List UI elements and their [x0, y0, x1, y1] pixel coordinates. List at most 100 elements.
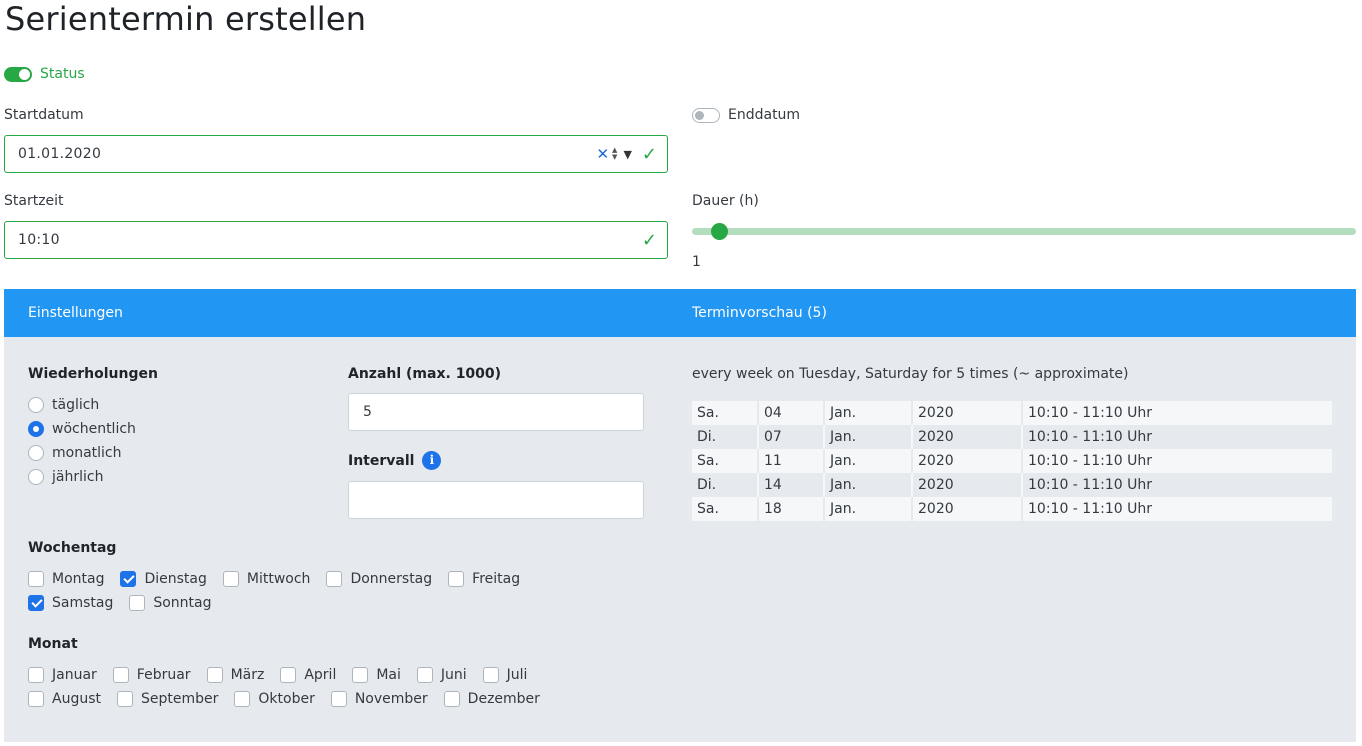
checkbox[interactable]	[234, 691, 251, 707]
dropdown-icon[interactable]: ▼	[623, 148, 631, 161]
cell-day: 11	[758, 449, 825, 473]
radio-label: monatlich	[52, 445, 122, 461]
month-october[interactable]: Oktober	[234, 691, 315, 707]
checkbox[interactable]	[443, 691, 460, 707]
end-date-toggle[interactable]: Enddatum	[692, 107, 800, 123]
table-row: Sa. 11 Jan. 2020 10:10 - 11:10 Uhr	[692, 449, 1332, 473]
checkbox[interactable]	[448, 571, 465, 587]
checkbox[interactable]	[416, 667, 433, 683]
table-row: Di. 14 Jan. 2020 10:10 - 11:10 Uhr	[692, 473, 1332, 497]
weekday-saturday[interactable]: Samstag	[28, 595, 113, 611]
checkbox[interactable]	[28, 595, 44, 611]
checkbox-label: Sonntag	[153, 595, 212, 611]
checkbox[interactable]	[117, 691, 133, 707]
month-july[interactable]: Juli	[482, 667, 527, 683]
weekday-wednesday[interactable]: Mittwoch	[222, 571, 310, 587]
repeat-title: Wiederholungen	[28, 366, 158, 382]
month-april[interactable]: April	[280, 667, 336, 683]
checkbox[interactable]	[482, 667, 499, 683]
weekday-thursday[interactable]: Donnerstag	[326, 571, 432, 587]
month-august[interactable]: August	[28, 691, 101, 707]
month-february[interactable]: Februar	[112, 667, 191, 683]
checkbox-label: Donnerstag	[350, 571, 433, 587]
cell-time: 10:10 - 11:10 Uhr	[1022, 449, 1332, 473]
checkbox[interactable]	[120, 571, 137, 587]
cell-year: 2020	[912, 473, 1023, 497]
month-march[interactable]: März	[206, 667, 264, 683]
status-switch[interactable]	[4, 66, 32, 82]
info-icon[interactable]: i	[422, 451, 442, 470]
checkbox-label: Oktober	[258, 691, 315, 707]
status-toggle[interactable]: Status	[4, 66, 85, 82]
radio-button[interactable]	[28, 445, 44, 461]
checkbox[interactable]	[28, 667, 44, 683]
cell-weekday: Sa.	[692, 401, 759, 425]
checkbox[interactable]	[129, 595, 146, 611]
count-input[interactable]: 5	[348, 393, 644, 431]
radio-weekly[interactable]: wöchentlich	[28, 421, 136, 437]
radio-button[interactable]	[28, 397, 44, 413]
checkbox-label: Dezember	[467, 691, 540, 707]
table-row: Di. 07 Jan. 2020 10:10 - 11:10 Uhr	[692, 425, 1332, 449]
duration-slider-track[interactable]	[692, 228, 1356, 235]
month-january[interactable]: Januar	[28, 667, 97, 683]
start-time-field[interactable]: 10:10 ✓	[4, 221, 668, 259]
weekday-friday[interactable]: Freitag	[448, 571, 520, 587]
checkbox[interactable]	[28, 691, 44, 707]
month-row-2: August September Oktober November Dezemb…	[28, 691, 556, 707]
checkbox[interactable]	[112, 667, 129, 683]
duration-slider-thumb[interactable]	[711, 223, 728, 240]
interval-input[interactable]	[348, 481, 644, 519]
start-date-field[interactable]: 01.01.2020 ✕ ▲ ▼ ▼ ✓	[4, 135, 668, 173]
checkbox-label: August	[52, 691, 101, 707]
clear-icon[interactable]: ✕	[596, 145, 609, 163]
cell-weekday: Di.	[692, 425, 759, 449]
preview-title: Terminvorschau (5)	[692, 305, 827, 321]
spinner-icon[interactable]: ▲ ▼	[612, 147, 617, 161]
radio-button[interactable]	[28, 469, 44, 485]
table-row: Sa. 18 Jan. 2020 10:10 - 11:10 Uhr	[692, 497, 1332, 521]
checkbox-label: November	[354, 691, 428, 707]
preview-summary: every week on Tuesday, Saturday for 5 ti…	[692, 366, 1129, 382]
checkbox-label: Juni	[440, 667, 467, 683]
radio-button[interactable]	[28, 421, 44, 437]
radio-yearly[interactable]: jährlich	[28, 469, 103, 485]
weekday-tuesday[interactable]: Dienstag	[120, 571, 207, 587]
month-november[interactable]: November	[330, 691, 428, 707]
cell-time: 10:10 - 11:10 Uhr	[1022, 401, 1332, 425]
duration-value: 1	[692, 254, 701, 270]
count-label: Anzahl (max. 1000)	[348, 366, 502, 382]
end-date-switch[interactable]	[692, 107, 720, 123]
cell-year: 2020	[912, 449, 1023, 473]
settings-title: Einstellungen	[28, 305, 123, 321]
month-september[interactable]: September	[117, 691, 218, 707]
checkbox[interactable]	[222, 571, 239, 587]
interval-label: Intervall	[348, 452, 415, 469]
checkbox[interactable]	[352, 667, 369, 683]
month-may[interactable]: Mai	[352, 667, 401, 683]
cell-day: 04	[758, 401, 825, 425]
radio-daily[interactable]: täglich	[28, 397, 99, 413]
checkbox[interactable]	[206, 667, 223, 683]
panel-header: Einstellungen Terminvorschau (5)	[4, 289, 1356, 337]
cell-year: 2020	[912, 497, 1023, 521]
status-label: Status	[40, 66, 85, 82]
end-date-label: Enddatum	[728, 107, 801, 123]
cell-weekday: Sa.	[692, 497, 759, 521]
month-june[interactable]: Juni	[416, 667, 467, 683]
checkbox[interactable]	[330, 691, 347, 707]
checkbox-label: April	[304, 667, 337, 683]
cell-month: Jan.	[824, 449, 913, 473]
month-row-1: Januar Februar März April Mai Juni Juli	[28, 667, 543, 683]
month-december[interactable]: Dezember	[443, 691, 540, 707]
weekday-monday[interactable]: Montag	[28, 571, 104, 587]
radio-monthly[interactable]: monatlich	[28, 445, 122, 461]
valid-check-icon: ✓	[641, 229, 657, 251]
checkbox[interactable]	[28, 571, 44, 587]
checkbox-label: Freitag	[472, 571, 521, 587]
cell-time: 10:10 - 11:10 Uhr	[1022, 425, 1332, 449]
checkbox-label: Dienstag	[144, 571, 207, 587]
weekday-sunday[interactable]: Sonntag	[129, 595, 212, 611]
checkbox[interactable]	[326, 571, 343, 587]
checkbox[interactable]	[280, 667, 297, 683]
